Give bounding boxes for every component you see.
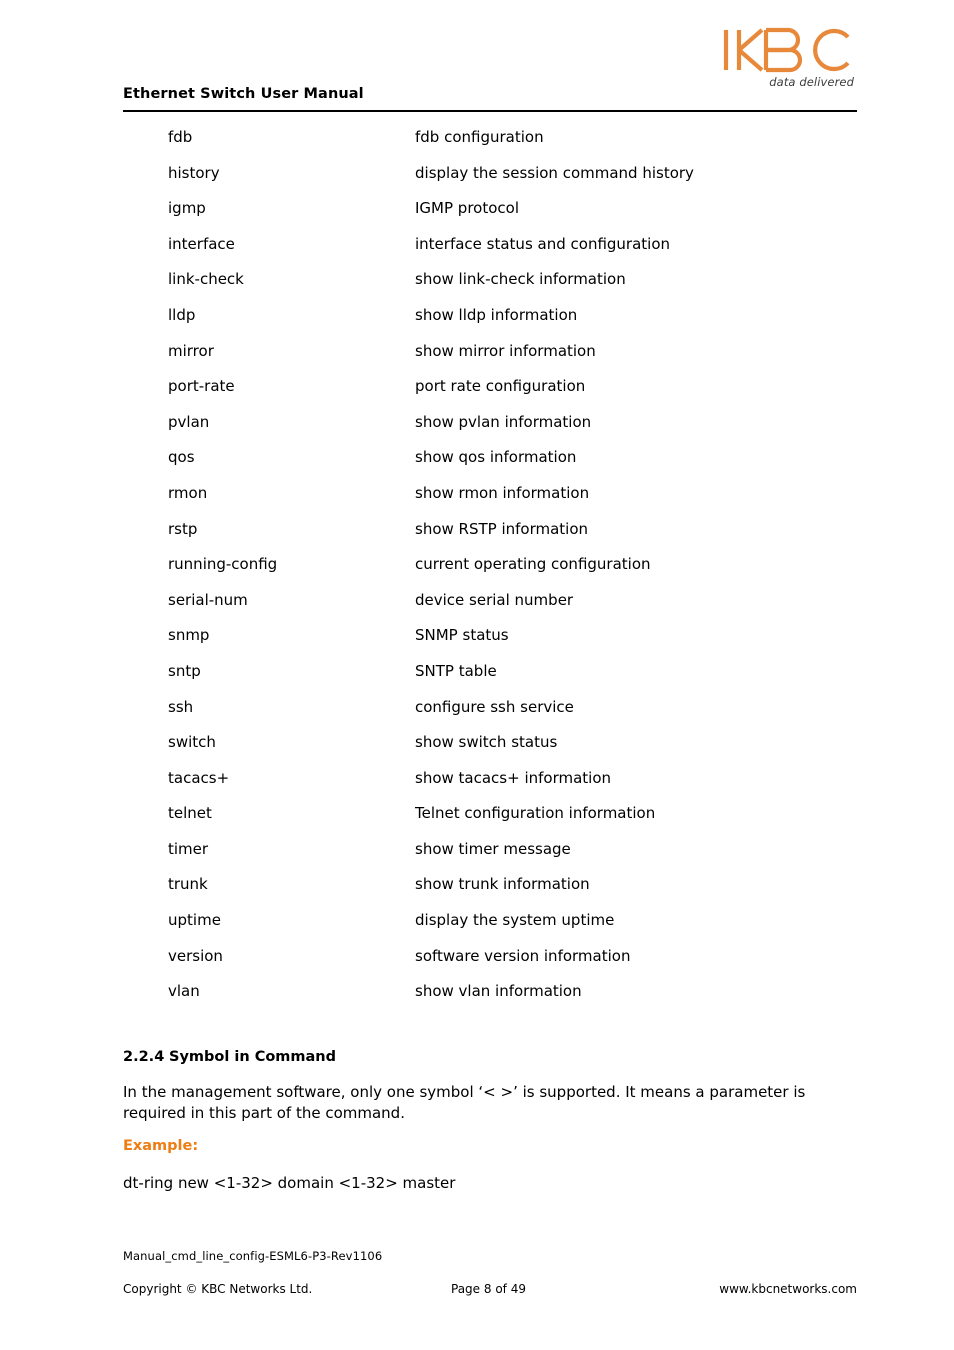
section-heading: 2.2.4 Symbol in Command xyxy=(123,1049,336,1065)
table-row: history display the session command histo… xyxy=(0,164,954,200)
command-description: current operating configuration xyxy=(415,555,651,574)
table-row: trunk show trunk information xyxy=(0,875,954,911)
table-row: igmp IGMP protocol xyxy=(0,199,954,235)
table-row: timer show timer message xyxy=(0,840,954,876)
table-row: tacacs+ show tacacs+ information xyxy=(0,769,954,805)
footer-document-id: Manual_cmd_line_config-ESML6-P3-Rev1106 xyxy=(123,1249,383,1263)
command-description: Telnet configuration information xyxy=(415,804,656,823)
command-description: show qos information xyxy=(415,448,577,467)
section-title: Symbol in Command xyxy=(169,1049,337,1065)
command-description: show switch status xyxy=(415,733,558,752)
header-divider xyxy=(123,110,857,112)
command-description: show lldp information xyxy=(415,305,578,324)
command-name: link-check xyxy=(168,270,244,289)
example-label: Example: xyxy=(123,1138,199,1154)
document-page: data delivered Ethernet Switch User Manu… xyxy=(0,0,954,1350)
header-title: Ethernet Switch User Manual xyxy=(123,86,364,102)
kbc-logo: data delivered xyxy=(696,26,856,89)
footer-website: www.kbcnetworks.com xyxy=(719,1282,857,1296)
footer-page-number: Page 8 of 49 xyxy=(451,1282,526,1296)
table-row: serial-num device serial number xyxy=(0,591,954,627)
command-name: port-rate xyxy=(168,377,235,396)
command-description: show vlan information xyxy=(415,982,582,1001)
command-reference-table: fdb fdb configuration history display the s… xyxy=(0,128,954,1018)
table-row: mirror show mirror information xyxy=(0,342,954,378)
table-row: pvlan show pvlan information xyxy=(0,413,954,449)
section-paragraph: In the management software, only one sym… xyxy=(123,1083,806,1122)
table-row: sntp SNTP table xyxy=(0,662,954,698)
command-name: mirror xyxy=(168,341,214,360)
command-name: interface xyxy=(168,234,235,253)
table-row: switch show switch status xyxy=(0,733,954,769)
command-name: sntp xyxy=(168,661,201,680)
command-name: timer xyxy=(168,839,209,858)
command-name: uptime xyxy=(168,911,221,930)
command-name: history xyxy=(168,163,220,182)
command-description: display the session command history xyxy=(415,163,694,182)
table-row: link-check show link-check information xyxy=(0,270,954,306)
command-name: running-config xyxy=(168,555,278,574)
command-description: show RSTP information xyxy=(415,519,589,538)
command-name: ssh xyxy=(168,697,194,716)
command-name: fdb xyxy=(168,128,193,146)
command-description: show tacacs+ information xyxy=(415,768,612,787)
command-name: version xyxy=(168,946,223,965)
command-description: SNMP status xyxy=(415,626,509,645)
command-name: lldp xyxy=(168,305,196,324)
command-description: SNTP table xyxy=(415,661,497,680)
command-name: switch xyxy=(168,733,216,752)
section-number: 2.2.4 xyxy=(123,1049,165,1065)
table-row: port-rate port rate configuration xyxy=(0,377,954,413)
command-name: rmon xyxy=(168,483,208,502)
command-name: vlan xyxy=(168,982,200,1001)
table-row: lldp show lldp information xyxy=(0,306,954,342)
table-row: running-config current operating configur… xyxy=(0,555,954,591)
command-description: show mirror information xyxy=(415,341,596,360)
table-row: fdb fdb configuration xyxy=(0,128,954,164)
command-description: display the system uptime xyxy=(415,911,615,930)
table-row: ssh configure ssh service xyxy=(0,698,954,734)
command-name: pvlan xyxy=(168,412,210,431)
command-name: igmp xyxy=(168,199,206,218)
table-row: rstp show RSTP information xyxy=(0,520,954,556)
kbc-logo-icon xyxy=(723,27,850,73)
table-row: rmon show rmon information xyxy=(0,484,954,520)
table-row: uptime display the system uptime xyxy=(0,911,954,947)
command-name: trunk xyxy=(168,875,208,894)
table-row: vlan show vlan information xyxy=(0,982,954,1018)
command-description: show trunk information xyxy=(415,875,590,894)
command-name: tacacs+ xyxy=(168,768,230,787)
footer-copyright: Copyright © KBC Networks Ltd. xyxy=(123,1282,313,1296)
command-description: show link-check information xyxy=(415,270,626,289)
table-row: telnet Telnet configuration information xyxy=(0,804,954,840)
command-name: telnet xyxy=(168,804,212,823)
example-command: dt-ring new <1-32> domain <1-32> master xyxy=(123,1174,456,1192)
command-description: show rmon information xyxy=(415,483,590,502)
command-description: IGMP protocol xyxy=(415,199,519,218)
table-row: qos show qos information xyxy=(0,448,954,484)
command-description: port rate configuration xyxy=(415,377,586,396)
command-name: rstp xyxy=(168,519,198,538)
table-row: version software version information xyxy=(0,947,954,983)
command-name: qos xyxy=(168,448,195,467)
command-description: device serial number xyxy=(415,590,574,609)
command-description: configure ssh service xyxy=(415,697,574,716)
command-description: software version information xyxy=(415,946,631,965)
page-header: data delivered Ethernet Switch User Manu… xyxy=(0,0,954,112)
command-description: interface status and configuration xyxy=(415,234,671,253)
table-row: interface interface status and configurat… xyxy=(0,235,954,271)
command-description: show timer message xyxy=(415,839,571,858)
page-footer: Copyright © KBC Networks Ltd. Page 8 of … xyxy=(123,1282,857,1300)
table-row: snmp SNMP status xyxy=(0,626,954,662)
command-description: fdb configuration xyxy=(415,128,544,146)
command-name: snmp xyxy=(168,626,210,645)
command-description: show pvlan information xyxy=(415,412,592,431)
logo-tagline: data delivered xyxy=(769,75,854,89)
command-name: serial-num xyxy=(168,590,248,609)
